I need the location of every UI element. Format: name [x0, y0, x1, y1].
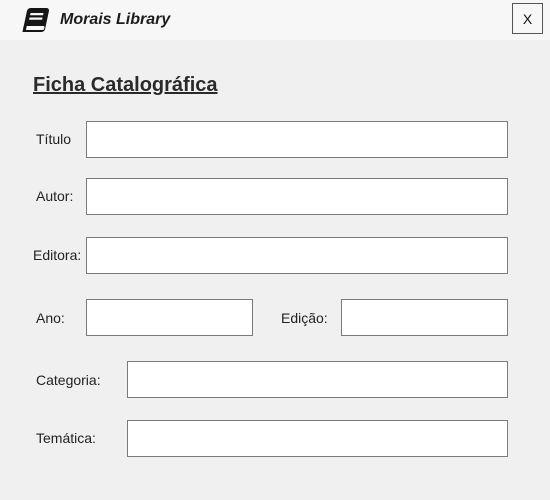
close-button[interactable]: X: [512, 3, 543, 34]
main-window: Morais Library X Ficha Catalográfica Tít…: [0, 0, 550, 500]
categoria-field[interactable]: [127, 361, 508, 398]
ano-label: Ano:: [36, 310, 65, 326]
tematica-label: Temática:: [36, 430, 96, 446]
titulo-label: Título: [36, 131, 72, 147]
app-title: Morais Library: [60, 11, 171, 28]
edicao-field[interactable]: [341, 299, 508, 336]
form-heading: Ficha Catalográfica: [33, 74, 218, 96]
editora-label: Editora:: [33, 247, 82, 263]
edicao-label: Edição:: [281, 310, 328, 326]
editora-field[interactable]: [86, 237, 508, 274]
ano-field[interactable]: [86, 299, 253, 336]
book-icon: [20, 6, 52, 34]
tematica-field[interactable]: [127, 420, 508, 457]
autor-label: Autor:: [36, 188, 74, 204]
autor-field[interactable]: [86, 178, 508, 215]
categoria-label: Categoria:: [36, 372, 101, 388]
titulo-field[interactable]: [86, 121, 508, 158]
title-bar: Morais Library X: [0, 0, 550, 40]
